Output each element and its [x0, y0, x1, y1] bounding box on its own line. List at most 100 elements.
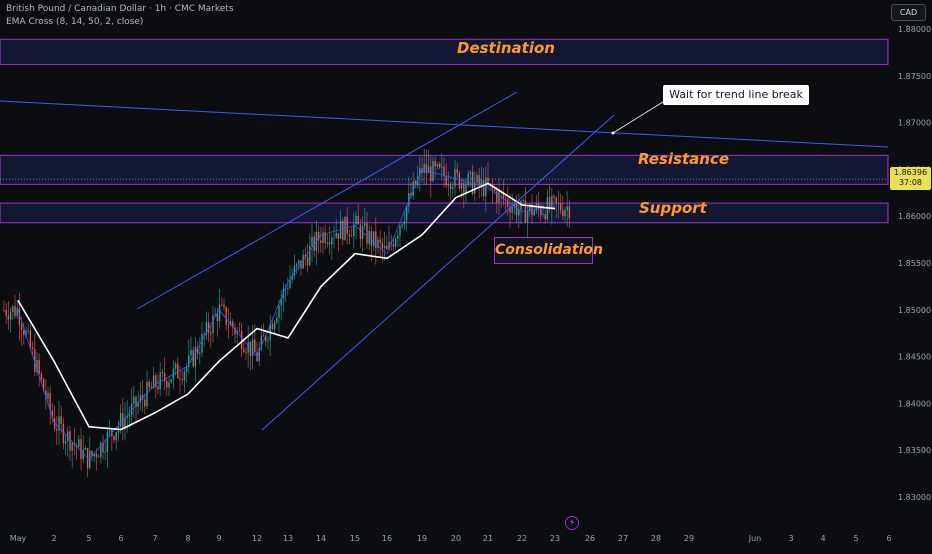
candle-body — [161, 372, 164, 373]
candle-body — [210, 332, 212, 334]
candle-body — [95, 453, 98, 458]
candle-body — [289, 279, 291, 288]
candle-body — [71, 442, 73, 451]
candle-body — [38, 360, 40, 374]
candle-body — [548, 197, 551, 209]
candle-body — [168, 382, 170, 388]
candle-body — [348, 234, 351, 237]
candle-body — [5, 310, 7, 316]
x-tick-label: 3 — [788, 534, 793, 543]
candle-body — [480, 180, 483, 186]
support-label[interactable]: Support — [639, 199, 707, 217]
symbol-title[interactable]: British Pound / Canadian Dollar · 1h · C… — [6, 4, 234, 14]
candle-body — [306, 257, 309, 266]
resistance-label[interactable]: Resistance — [638, 150, 729, 168]
candle-body — [273, 322, 276, 330]
y-tick-label: 1.88000 — [898, 25, 931, 34]
candle-body — [452, 186, 454, 189]
chart-area[interactable]: 1.880001.875001.870001.865001.860001.855… — [0, 0, 932, 550]
price-chart[interactable]: 1.880001.875001.870001.865001.860001.855… — [0, 0, 932, 550]
candle-body — [311, 236, 313, 247]
x-tick-label: 19 — [417, 534, 427, 543]
candle-body — [144, 399, 146, 407]
candle-body — [320, 240, 322, 243]
price-axis-panel — [888, 0, 932, 550]
candle-body — [40, 373, 43, 380]
candle-body — [375, 231, 377, 249]
candle-body — [181, 379, 183, 381]
candle-body — [476, 175, 478, 183]
candle-body — [133, 396, 135, 404]
y-tick-label: 1.87000 — [898, 119, 931, 128]
candle-body — [522, 200, 524, 202]
callout-note[interactable]: Wait for trend line break — [663, 85, 809, 105]
current-price-label: 1.86396 — [893, 168, 928, 177]
consolidation-box[interactable]: Consolidation — [494, 237, 603, 264]
candle-body — [287, 287, 289, 289]
current-price-badge: 1.86396 37:08 — [890, 167, 931, 190]
candle-body — [97, 456, 100, 458]
candle-body — [392, 244, 395, 247]
candle-body — [478, 175, 480, 186]
candle-body — [155, 375, 157, 387]
candle-body — [364, 223, 366, 227]
x-tick-label: 5 — [853, 534, 858, 543]
candle-body — [69, 431, 71, 451]
currency-button[interactable]: CAD — [891, 4, 926, 21]
candle-body — [56, 428, 58, 431]
candle-body — [16, 308, 18, 316]
candle-body — [3, 309, 5, 311]
candle-body — [397, 235, 399, 239]
candle-body — [221, 304, 223, 306]
x-tick-label: Jun — [748, 534, 762, 543]
candle-body — [438, 163, 441, 168]
x-tick-label: 6 — [118, 534, 123, 543]
candle-body — [7, 315, 10, 320]
candle-body — [80, 439, 82, 460]
candle-body — [157, 386, 159, 390]
candle-body — [557, 202, 560, 204]
candle-body — [262, 335, 265, 337]
x-tick-label: 8 — [185, 534, 190, 543]
candle-body — [551, 195, 553, 209]
candle-body — [515, 203, 518, 216]
candle-body — [496, 191, 498, 203]
y-tick-label: 1.83500 — [898, 446, 931, 455]
callout-leader-line — [612, 99, 667, 134]
x-tick-label: 5 — [86, 534, 91, 543]
candle-body — [335, 233, 337, 238]
candle-body — [372, 231, 375, 246]
candle-body — [386, 245, 388, 250]
candle-body — [170, 379, 172, 383]
destination-label[interactable]: Destination — [457, 39, 555, 57]
candle-body — [383, 245, 386, 249]
candle-body — [553, 195, 555, 198]
candle-body — [425, 164, 428, 174]
x-tick-label: 26 — [585, 534, 595, 543]
candle-body — [456, 169, 458, 173]
x-tick-label: 7 — [152, 534, 157, 543]
candle-body — [174, 363, 177, 369]
candle-body — [238, 330, 241, 332]
candle-body — [223, 304, 225, 307]
candle-body — [201, 333, 203, 353]
candle-body — [119, 413, 122, 427]
candle-body — [148, 382, 150, 387]
x-tick-label: May — [10, 534, 27, 543]
candle-body — [430, 166, 432, 182]
candle-body — [14, 306, 16, 316]
candle-body — [179, 378, 181, 380]
candle-body — [337, 233, 340, 239]
candle-body — [9, 311, 12, 320]
candle-body — [245, 351, 247, 353]
candle-body — [401, 224, 403, 227]
candle-body — [377, 239, 379, 249]
candle-body — [355, 215, 357, 225]
candle-body — [185, 366, 188, 372]
candle-body — [333, 237, 335, 239]
candle-body — [498, 190, 500, 203]
x-tick-label: 2 — [51, 534, 56, 543]
indicator-legend[interactable]: EMA Cross (8, 14, 50, 2, close) — [6, 17, 143, 27]
flash-icon[interactable]: ⚡ — [565, 516, 579, 530]
candle-body — [113, 436, 115, 441]
